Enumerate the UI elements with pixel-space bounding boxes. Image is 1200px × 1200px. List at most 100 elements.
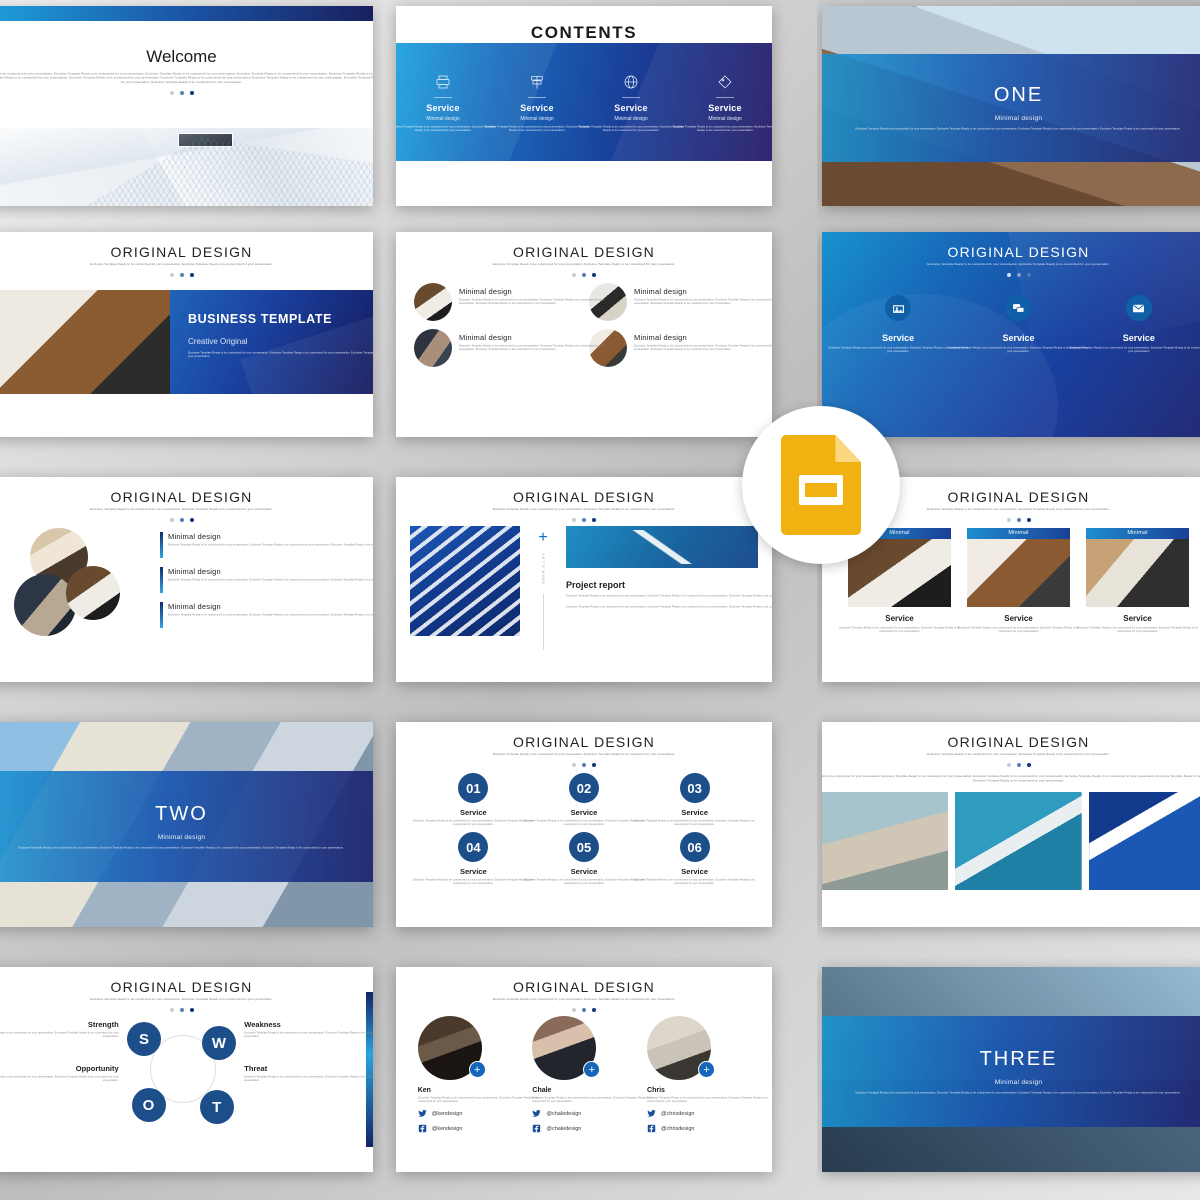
swot-entry[interactable]: Opportunity Exclusive Template Ready to …: [0, 1064, 119, 1083]
swot-entry[interactable]: Threat Exclusive Template Ready to be cu…: [244, 1064, 373, 1083]
slide-team[interactable]: ORIGINAL DESIGN Exclusive Template Ready…: [396, 967, 772, 1172]
facebook-link[interactable]: @chrisdesign: [647, 1124, 750, 1133]
swot-circle-o[interactable]: O: [131, 1088, 166, 1123]
facebook-link[interactable]: @kendesign: [418, 1124, 521, 1133]
slide-blue-services[interactable]: ORIGINAL DESIGN Exclusive Template Ready…: [822, 232, 1200, 437]
slide-project-report[interactable]: ORIGINAL DESIGN Exclusive Template Ready…: [396, 477, 772, 682]
twitter-link[interactable]: @chrisdesign: [647, 1109, 750, 1118]
facebook-link[interactable]: @chaledesign: [532, 1124, 635, 1133]
minimal-grid: Minimal design Exclusive Template Ready …: [396, 277, 772, 368]
service-item[interactable]: Service Exclusive Template Ready to be c…: [828, 295, 968, 354]
minimal-item[interactable]: Minimal design Exclusive Template Ready …: [414, 283, 605, 322]
contents-item[interactable]: Service Minimal design Exclusive Templat…: [672, 72, 772, 133]
twitter-link[interactable]: @kendesign: [418, 1109, 521, 1118]
gallery-photo: [955, 791, 1082, 890]
facebook-icon: [533, 1125, 541, 1133]
slide-welcome[interactable]: Welcome Exclusive Template Ready to be c…: [0, 6, 373, 206]
gallery-body: Exclusive Template Ready to be customize…: [822, 776, 1200, 784]
entry-label: Strength: [87, 1020, 119, 1030]
team-member[interactable]: + Ken Exclusive Template Ready to be cus…: [417, 1016, 538, 1133]
list-item[interactable]: Minimal design Exclusive Template Ready …: [160, 602, 373, 629]
swot-entry[interactable]: Weakness Exclusive Template Ready to be …: [244, 1020, 373, 1039]
swot-circle-w[interactable]: W: [202, 1026, 237, 1061]
slide-cell-gallery: ORIGINAL DESIGN Exclusive Template Ready…: [817, 712, 1200, 957]
dot-2: [1016, 518, 1021, 523]
service-card[interactable]: Minimal Service Exclusive Template Ready…: [1077, 528, 1198, 634]
list-item[interactable]: Minimal design Exclusive Template Ready …: [160, 532, 373, 559]
dot-1: [1006, 518, 1011, 523]
slide-section-one[interactable]: ONE Minimal design Exclusive Template Re…: [822, 6, 1200, 206]
number-item[interactable]: 04 Service Exclusive Template Ready to b…: [413, 832, 534, 886]
service-item[interactable]: Service Exclusive Template Ready to be c…: [949, 295, 1088, 354]
section-band: TWO Minimal design Exclusive Template Re…: [0, 771, 373, 882]
coffee-photo: [0, 290, 170, 395]
facebook-handle: @chaledesign: [546, 1125, 582, 1132]
report-layout: + LET'S WORK Project report Exclusive Te…: [396, 522, 772, 651]
section-title: THREE: [979, 1047, 1058, 1070]
contents-item[interactable]: Service Minimal design Exclusive Templat…: [396, 72, 496, 133]
slide-cell-swot: ORIGINAL DESIGN Exclusive Template Ready…: [0, 957, 383, 1200]
contents-item[interactable]: Service Minimal design Exclusive Templat…: [484, 72, 590, 133]
item-body: Exclusive Template Ready to be customize…: [168, 579, 373, 582]
card-tag: Minimal: [1085, 528, 1190, 540]
plus-icon[interactable]: +: [468, 1061, 486, 1079]
slide-swot[interactable]: ORIGINAL DESIGN Exclusive Template Ready…: [0, 967, 373, 1172]
item-body: Exclusive Template Ready to be customize…: [634, 345, 772, 352]
swot-circle-s[interactable]: S: [126, 1022, 161, 1057]
welcome-title: Welcome: [146, 47, 217, 66]
item-title: Service: [1002, 333, 1035, 344]
team-member[interactable]: + Chris Exclusive Template Ready to be c…: [647, 1016, 768, 1133]
number-item[interactable]: 03 Service Exclusive Template Ready to b…: [634, 773, 755, 827]
accent-bar: [160, 532, 163, 559]
service-row: Service Exclusive Template Ready to be c…: [822, 277, 1200, 354]
service-item[interactable]: Service Exclusive Template Ready to be c…: [1069, 295, 1200, 354]
slide-section-three[interactable]: THREE Minimal design Exclusive Template …: [822, 967, 1200, 1172]
number-item[interactable]: 06 Service Exclusive Template Ready to b…: [634, 832, 755, 886]
list-column: Minimal design Exclusive Template Ready …: [160, 526, 373, 638]
slide-section-two[interactable]: TWO Minimal design Exclusive Template Re…: [0, 722, 373, 927]
swot-layout: Strength Exclusive Template Ready to be …: [0, 1012, 373, 1125]
page-title: ORIGINAL DESIGN: [947, 734, 1090, 750]
minimal-item[interactable]: Minimal design Exclusive Template Ready …: [414, 329, 605, 368]
swot-right-column: Weakness Exclusive Template Ready to be …: [238, 1020, 373, 1083]
dot-2: [179, 518, 184, 523]
gallery-photo: [822, 791, 949, 890]
vertical-label: LET'S WORK: [541, 554, 545, 586]
gallery-photo: [1088, 791, 1200, 890]
slide-gallery[interactable]: ORIGINAL DESIGN Exclusive Template Ready…: [822, 722, 1200, 927]
service-card[interactable]: Minimal Service Exclusive Template Ready…: [958, 528, 1079, 634]
swot-entry[interactable]: Strength Exclusive Template Ready to be …: [0, 1020, 119, 1039]
list-item[interactable]: Minimal design Exclusive Template Ready …: [160, 567, 373, 594]
number-item[interactable]: 02 Service Exclusive Template Ready to b…: [524, 773, 644, 827]
section-title: TWO: [155, 802, 208, 825]
slide-cell-section-one: ONE Minimal design Exclusive Template Re…: [817, 0, 1200, 222]
section-body: Exclusive Template Ready to be customize…: [18, 846, 345, 850]
gallery-row: [822, 791, 1200, 890]
contents-item[interactable]: Service Minimal design Exclusive Templat…: [578, 72, 684, 133]
twitter-handle: @chrisdesign: [661, 1110, 695, 1117]
slide-business-template[interactable]: ORIGINAL DESIGN Exclusive Template Ready…: [0, 232, 373, 437]
number-item[interactable]: 01 Service Exclusive Template Ready to b…: [413, 773, 534, 827]
item-title: Service: [614, 102, 648, 113]
plus-icon[interactable]: +: [583, 1061, 601, 1079]
swot-circle-t[interactable]: T: [199, 1090, 234, 1125]
section-subtitle: Minimal design: [157, 833, 206, 841]
plus-icon[interactable]: +: [698, 1061, 716, 1079]
dot-3: [189, 90, 194, 95]
slide-cell-section-two: TWO Minimal design Exclusive Template Re…: [0, 712, 383, 957]
slide-cell-numbered-services: ORIGINAL DESIGN Exclusive Template Ready…: [383, 712, 817, 957]
slide-contents[interactable]: CONTENTS Service Minimal design Exclusiv…: [396, 6, 772, 206]
number-item[interactable]: 05 Service Exclusive Template Ready to b…: [524, 832, 644, 886]
content-row: Minimal design Exclusive Template Ready …: [0, 522, 373, 638]
slide-four-minimal[interactable]: ORIGINAL DESIGN Exclusive Template Ready…: [396, 232, 772, 437]
slide-numbered-services[interactable]: ORIGINAL DESIGN Exclusive Template Ready…: [396, 722, 772, 927]
contents-band: Service Minimal design Exclusive Templat…: [396, 43, 772, 161]
item-title: Service: [459, 808, 487, 818]
team-member[interactable]: + Chale Exclusive Template Ready to be c…: [532, 1016, 653, 1133]
item-title: Minimal design: [168, 532, 221, 542]
slide-circles-list[interactable]: ORIGINAL DESIGN Exclusive Template Ready…: [0, 477, 373, 682]
page-subtitle: Exclusive Template Ready to be customize…: [90, 508, 273, 512]
slide-cell-contents: CONTENTS Service Minimal design Exclusiv…: [383, 0, 817, 222]
divider: [716, 96, 734, 98]
twitter-link[interactable]: @chaledesign: [532, 1109, 635, 1118]
